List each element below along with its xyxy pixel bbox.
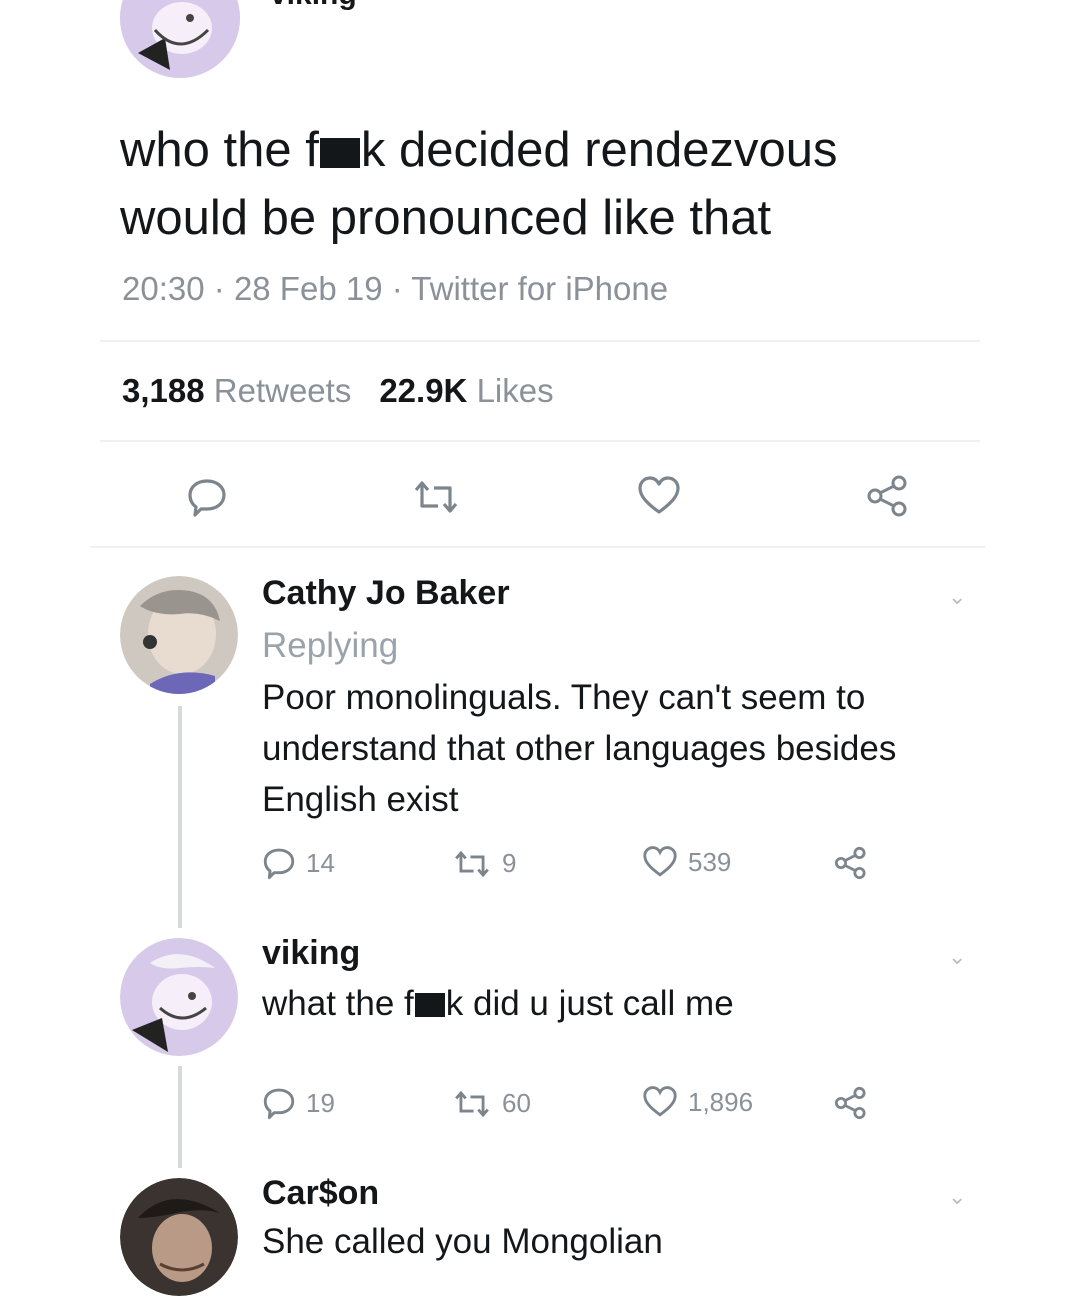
- thread-line: [178, 1066, 182, 1168]
- main-avatar[interactable]: [120, 0, 240, 78]
- reply-avatar-viking[interactable]: [120, 938, 238, 1056]
- reply-text: She called you Mongolian: [262, 1222, 663, 1261]
- like-count: 1,896: [688, 1086, 754, 1117]
- replying-label: Replying: [262, 626, 399, 665]
- share-icon[interactable]: [834, 1086, 868, 1120]
- like-icon: [643, 846, 677, 877]
- retweets-stat[interactable]: 3,188 Retweets: [122, 372, 351, 409]
- censor-bar: [414, 993, 445, 1017]
- divider: [90, 546, 985, 548]
- reply-count: 14: [306, 847, 335, 878]
- reply-count: 19: [306, 1087, 335, 1118]
- reply-icon[interactable]: [186, 476, 228, 518]
- retweet-icon: [455, 1090, 489, 1117]
- reply-avatar-carson[interactable]: [120, 1178, 238, 1296]
- like-button[interactable]: 539: [642, 846, 731, 878]
- like-count: 539: [688, 846, 732, 877]
- censor-bar: [319, 138, 360, 168]
- like-icon: [643, 1086, 677, 1117]
- reply-button[interactable]: 14: [262, 846, 335, 880]
- likes-stat[interactable]: 22.9K Likes: [379, 372, 553, 409]
- tweet-meta: 20:30 · 28 Feb 19 · Twitter for iPhone: [122, 270, 669, 307]
- reply-avatar-cathy[interactable]: [120, 576, 238, 694]
- reply-author-name[interactable]: viking: [262, 934, 360, 973]
- retweet-button[interactable]: 9: [452, 848, 516, 879]
- reply-button[interactable]: 19: [262, 1086, 335, 1120]
- divider: [100, 340, 980, 342]
- like-button[interactable]: 1,896: [642, 1086, 753, 1118]
- reply-author-name[interactable]: Cathy Jo Baker: [262, 574, 510, 613]
- chevron-down-icon[interactable]: ⌄: [948, 584, 966, 610]
- tweet-time: 20:30: [122, 270, 205, 307]
- share-icon[interactable]: [866, 474, 910, 518]
- retweet-count: 9: [502, 848, 517, 878]
- reply-text: what the fk did u just call me: [262, 984, 734, 1023]
- retweet-count: 60: [502, 1088, 531, 1118]
- thread-line: [178, 706, 182, 928]
- reply-icon: [263, 848, 295, 880]
- share-icon[interactable]: [834, 846, 868, 880]
- retweet-icon: [455, 850, 489, 877]
- tweet-date: 28 Feb 19: [233, 270, 383, 307]
- like-icon[interactable]: [637, 476, 681, 516]
- chevron-down-icon[interactable]: ⌄: [948, 944, 966, 970]
- retweet-button[interactable]: 60: [452, 1088, 531, 1119]
- main-author-name[interactable]: viking: [270, 0, 357, 12]
- reply-icon: [263, 1088, 295, 1120]
- tweet-stats: 3,188 Retweets 22.9K Likes: [122, 372, 554, 410]
- reply-author-name[interactable]: Car$on: [262, 1174, 379, 1213]
- reply-text: Poor monolinguals. They can't seem to un…: [262, 678, 897, 819]
- retweet-icon[interactable]: [412, 478, 460, 516]
- chevron-down-icon[interactable]: ⌄: [948, 1184, 966, 1210]
- tweet-source[interactable]: Twitter for iPhone: [411, 270, 668, 307]
- divider: [100, 440, 980, 442]
- main-tweet-text: who the fk decided rendezvous would be p…: [120, 123, 838, 245]
